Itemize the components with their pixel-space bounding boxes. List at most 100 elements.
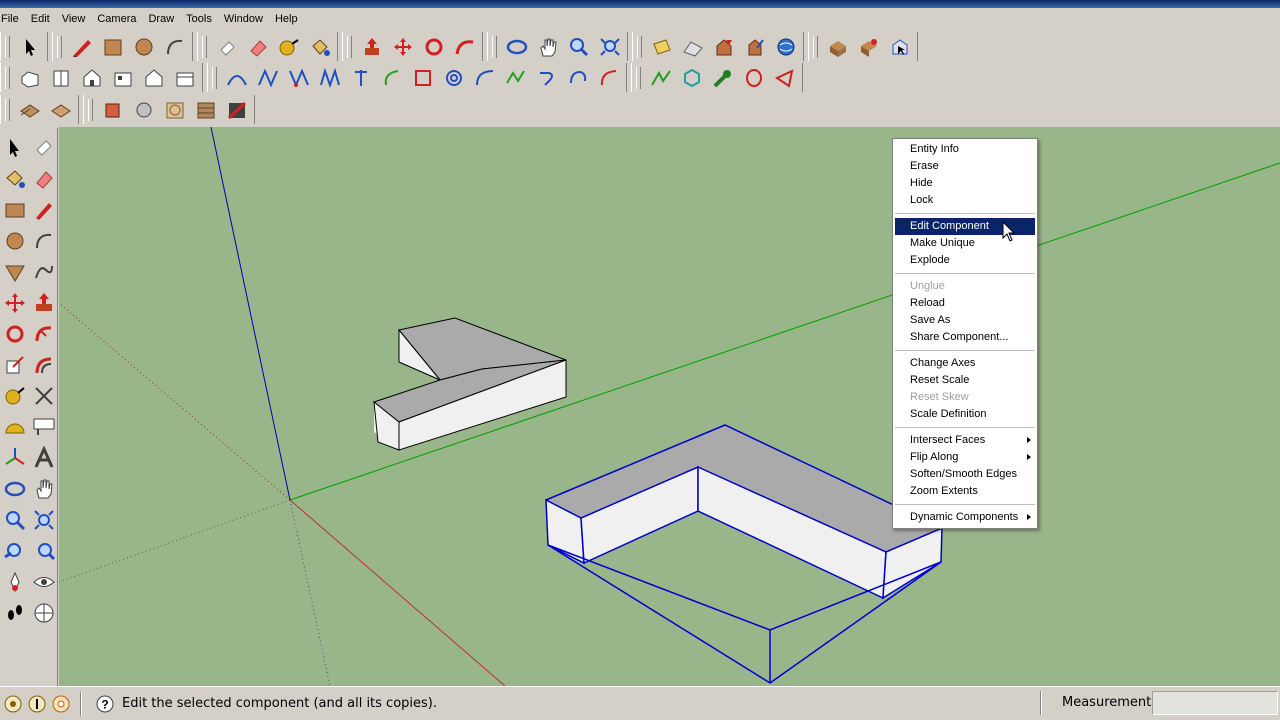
- menu-intersect-faces[interactable]: Intersect Faces: [893, 432, 1037, 449]
- push-pull-side-button[interactable]: [29, 287, 58, 318]
- menu-erase[interactable]: Erase: [893, 158, 1037, 175]
- extra-tool-button-4[interactable]: [738, 64, 769, 92]
- 3d-text-side-button[interactable]: [29, 442, 58, 473]
- menu-share-component[interactable]: Share Component...: [893, 329, 1037, 346]
- circle-side-button[interactable]: [0, 225, 29, 256]
- add-location-button[interactable]: [646, 33, 677, 61]
- follow-me-side-button[interactable]: [29, 318, 58, 349]
- section-plane-side-button[interactable]: [29, 597, 58, 628]
- follow-me-button[interactable]: [449, 33, 480, 61]
- look-around-side-button[interactable]: [29, 566, 58, 597]
- menu-tools[interactable]: Tools: [180, 13, 218, 25]
- rotate-side-button[interactable]: [0, 318, 29, 349]
- line-tool-button[interactable]: [66, 33, 97, 61]
- layer-tool-button-2[interactable]: [45, 96, 76, 124]
- get-models-button[interactable]: [708, 33, 739, 61]
- curve-tool-button-5[interactable]: [376, 64, 407, 92]
- arc-side-button[interactable]: [29, 225, 58, 256]
- curve-tool-button-6[interactable]: [407, 64, 438, 92]
- zoom-extents-side-button[interactable]: [29, 535, 58, 566]
- menu-scale-definition[interactable]: Scale Definition: [893, 406, 1037, 423]
- menu-soften-smooth-edges[interactable]: Soften/Smooth Edges: [893, 466, 1037, 483]
- extra-tool-button-3[interactable]: [707, 64, 738, 92]
- google-earth-button[interactable]: [770, 33, 801, 61]
- menu-edit[interactable]: Edit: [25, 13, 56, 25]
- solid-tool-button-1[interactable]: [97, 96, 128, 124]
- scale-side-button[interactable]: [0, 349, 29, 380]
- menu-zoom-extents[interactable]: Zoom Extents: [893, 483, 1037, 500]
- paint-bucket-button[interactable]: [304, 33, 335, 61]
- front-view-button[interactable]: [76, 64, 107, 92]
- curve-tool-button-3[interactable]: [314, 64, 345, 92]
- text-side-button[interactable]: [29, 411, 58, 442]
- curve-tool-button-4[interactable]: [345, 64, 376, 92]
- menu-help[interactable]: Help: [269, 13, 304, 25]
- make-component-button[interactable]: [211, 33, 242, 61]
- walk-side-button[interactable]: [0, 597, 29, 628]
- menu-window[interactable]: Window: [218, 13, 269, 25]
- pan-tool-button[interactable]: [532, 33, 563, 61]
- menu-explode[interactable]: Explode: [893, 252, 1037, 269]
- share-model-button[interactable]: [739, 33, 770, 61]
- extra-tool-button-2[interactable]: [676, 64, 707, 92]
- l-shaped-component[interactable]: [372, 317, 567, 451]
- push-pull-button[interactable]: [356, 33, 387, 61]
- extra-tool-button-1[interactable]: [645, 64, 676, 92]
- menu-reset-scale[interactable]: Reset Scale: [893, 372, 1037, 389]
- arc-tool-button[interactable]: [159, 33, 190, 61]
- circle-tool-button[interactable]: [128, 33, 159, 61]
- geo-location-status[interactable]: [2, 693, 24, 715]
- drawing-viewport[interactable]: [59, 127, 1280, 686]
- style-hidden-line-button[interactable]: [221, 64, 252, 92]
- curve-tool-button-11[interactable]: [562, 64, 593, 92]
- protractor-side-button[interactable]: [0, 411, 29, 442]
- menu-flip-along[interactable]: Flip Along: [893, 449, 1037, 466]
- eraser-side-button[interactable]: [29, 163, 58, 194]
- curve-tool-button-8[interactable]: [469, 64, 500, 92]
- menu-draw[interactable]: Draw: [142, 13, 180, 25]
- zoom-extents-button[interactable]: [594, 33, 625, 61]
- rectangle-side-button[interactable]: [0, 194, 29, 225]
- axes-side-button[interactable]: [0, 442, 29, 473]
- orbit-tool-button[interactable]: [501, 33, 532, 61]
- toggle-terrain-button[interactable]: [677, 33, 708, 61]
- zoom-side-button[interactable]: [0, 504, 29, 535]
- zoom-window-side-button[interactable]: [29, 504, 58, 535]
- rectangle-tool-button[interactable]: [97, 33, 128, 61]
- help-status[interactable]: ?: [94, 693, 116, 715]
- measurements-input[interactable]: [1152, 691, 1278, 715]
- component-options-button[interactable]: [822, 33, 853, 61]
- curve-tool-button-10[interactable]: [531, 64, 562, 92]
- orbit-side-button[interactable]: [0, 473, 29, 504]
- menu-save-as[interactable]: Save As: [893, 312, 1037, 329]
- eraser-tool-button[interactable]: [242, 33, 273, 61]
- move-tool-button[interactable]: [387, 33, 418, 61]
- top-view-button[interactable]: [45, 64, 76, 92]
- freehand-side-button[interactable]: [29, 256, 58, 287]
- menu-hide[interactable]: Hide: [893, 175, 1037, 192]
- select-button[interactable]: [0, 132, 29, 163]
- solid-tool-button-2[interactable]: [128, 96, 159, 124]
- position-camera-side-button[interactable]: [0, 566, 29, 597]
- menu-camera[interactable]: Camera: [91, 13, 142, 25]
- curve-tool-button-2[interactable]: [283, 64, 314, 92]
- sign-in-status[interactable]: [50, 693, 72, 715]
- dimension-side-button[interactable]: [29, 380, 58, 411]
- paint-bucket-side-button[interactable]: [0, 163, 29, 194]
- left-view-button[interactable]: [169, 64, 200, 92]
- line-side-button[interactable]: [29, 194, 58, 225]
- menu-file[interactable]: File: [0, 13, 25, 25]
- selected-u-component[interactable]: [545, 424, 943, 684]
- model-scene[interactable]: [59, 127, 1280, 686]
- make-component-side-button[interactable]: [29, 132, 58, 163]
- curve-tool-button-7[interactable]: [438, 64, 469, 92]
- move-side-button[interactable]: [0, 287, 29, 318]
- previous-view-side-button[interactable]: [0, 535, 29, 566]
- tape-measure-button[interactable]: [273, 33, 304, 61]
- offset-side-button[interactable]: [29, 349, 58, 380]
- solid-tool-button-4[interactable]: [190, 96, 221, 124]
- tape-measure-side-button[interactable]: [0, 380, 29, 411]
- curve-tool-button-1[interactable]: [252, 64, 283, 92]
- menu-reload[interactable]: Reload: [893, 295, 1037, 312]
- select-tool-button[interactable]: [14, 33, 45, 61]
